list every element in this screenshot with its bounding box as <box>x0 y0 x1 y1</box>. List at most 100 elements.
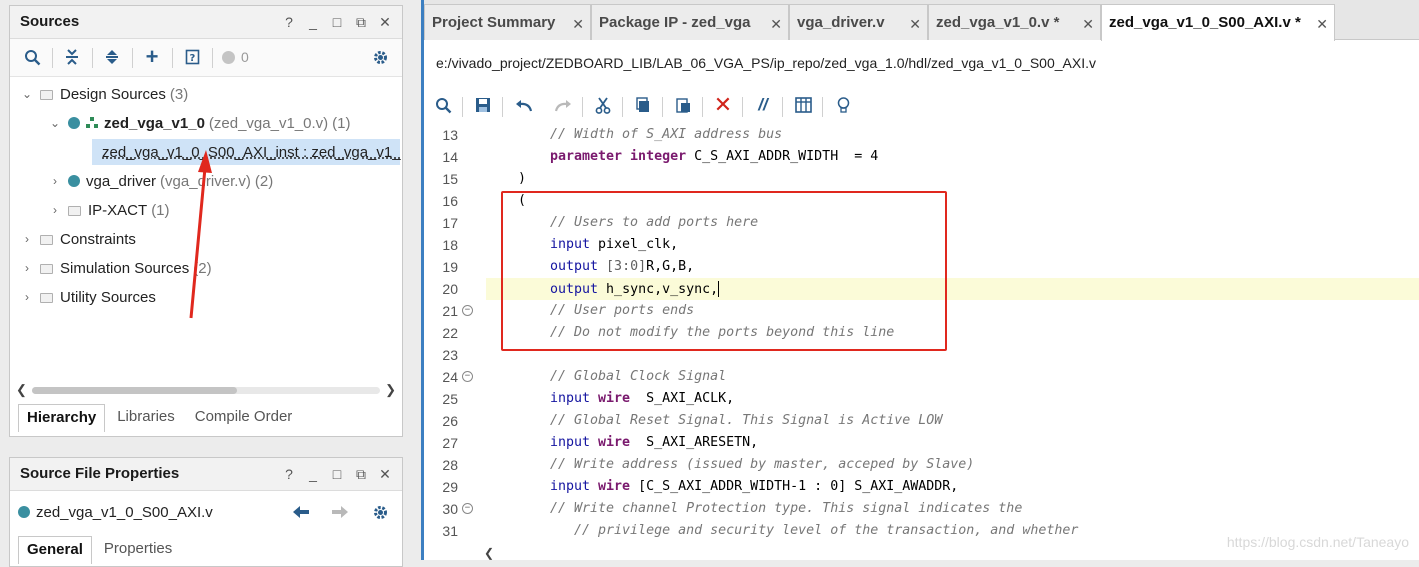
code-line: 24−// Global Clock Signal <box>442 369 727 385</box>
properties-panel: Source File Properties ? _ □ ⧉ ✕ zed_vga… <box>9 457 403 567</box>
tab-compile-order[interactable]: Compile Order <box>187 404 301 432</box>
scroll-right-icon[interactable]: ❯ <box>385 382 396 398</box>
code-line: 25 input wire S_AXI_ACLK, <box>442 391 735 407</box>
fold-icon[interactable]: − <box>462 305 473 316</box>
watermark: https://blog.csdn.net/Taneayo <box>1226 534 1409 550</box>
undo-icon[interactable] <box>512 94 534 116</box>
sources-header: Sources ? _ □ ⧉ ✕ <box>10 6 402 39</box>
tab-package-ip[interactable]: Package IP - zed_vga ✕ <box>591 4 789 40</box>
tab-vga-driver[interactable]: vga_driver.v ✕ <box>789 4 928 40</box>
close-icon[interactable]: ✕ <box>770 16 782 33</box>
properties-file: zed_vga_v1_0_S00_AXI.v <box>18 499 213 525</box>
tab-zed-vga-s00-axi[interactable]: zed_vga_v1_0_S00_AXI.v * ✕ <box>1101 4 1335 41</box>
sources-title: Sources <box>20 13 80 30</box>
chevron-right-icon[interactable]: › <box>20 290 34 304</box>
editor-toolbar: ✕ // <box>424 88 1419 124</box>
hierarchy-icon <box>86 117 98 129</box>
module-dot-icon <box>68 175 80 187</box>
collapse-all-icon[interactable] <box>60 45 84 69</box>
annotation-arrow <box>189 150 212 319</box>
close-icon[interactable]: ✕ <box>378 466 392 483</box>
highlight-box <box>501 191 947 351</box>
tab-libraries[interactable]: Libraries <box>109 404 183 432</box>
folder-icon <box>40 235 53 245</box>
tree-constraints[interactable]: › Constraints <box>20 226 136 252</box>
add-sources-icon[interactable]: + <box>140 44 164 69</box>
folder-icon <box>40 264 53 274</box>
scroll-left-icon[interactable]: ❮ <box>484 546 494 560</box>
close-icon[interactable]: ✕ <box>572 16 584 33</box>
code-line: 29 input wire [C_S_AXI_ADDR_WIDTH-1 : 0] … <box>442 479 959 495</box>
code-line: 14 parameter integer C_S_AXI_ADDR_WIDTH =… <box>442 149 879 165</box>
redo-icon[interactable] <box>552 94 574 116</box>
properties-title: Source File Properties <box>20 465 180 482</box>
chevron-right-icon[interactable]: › <box>48 203 62 217</box>
paste-icon[interactable] <box>672 94 694 116</box>
help-icon[interactable]: ? <box>282 14 296 31</box>
tree-ipxact[interactable]: › IP-XACT (1) <box>48 197 170 223</box>
close-icon[interactable]: ✕ <box>909 16 921 33</box>
cut-icon[interactable] <box>592 94 614 116</box>
gear-icon[interactable] <box>368 45 392 69</box>
help-icon[interactable]: ? <box>282 466 296 483</box>
float-icon[interactable]: ⧉ <box>354 466 368 483</box>
chevron-right-icon[interactable]: › <box>20 261 34 275</box>
chevron-down-icon[interactable]: ⌄ <box>20 87 34 101</box>
scroll-left-icon[interactable]: ❮ <box>16 382 27 398</box>
back-arrow-icon[interactable] <box>289 500 313 524</box>
fold-icon[interactable]: − <box>462 371 473 382</box>
close-icon[interactable]: ✕ <box>1316 16 1328 33</box>
delete-icon[interactable]: ✕ <box>712 92 734 117</box>
folder-icon <box>68 206 81 216</box>
properties-icon[interactable]: ? <box>180 45 204 69</box>
editor-tabbar: Project Summary ✕ Package IP - zed_vga ✕ v… <box>424 0 1419 41</box>
code-line: 13// Width of S_AXI address bus <box>442 127 783 143</box>
expand-all-icon[interactable] <box>100 45 124 69</box>
folder-icon <box>40 293 53 303</box>
code-line: 15) <box>442 171 527 187</box>
search-icon[interactable] <box>20 45 44 69</box>
code-line: 26// Global Reset Signal. This Signal is… <box>442 413 943 429</box>
comment-toggle-icon[interactable]: // <box>752 94 774 116</box>
folder-icon <box>40 90 53 100</box>
copy-icon[interactable] <box>632 94 654 116</box>
column-select-icon[interactable] <box>792 94 814 116</box>
close-icon[interactable]: ✕ <box>378 14 392 31</box>
code-line: 28// Write address (issued by master, ac… <box>442 457 975 473</box>
float-icon[interactable]: ⧉ <box>354 14 368 31</box>
lightbulb-icon[interactable] <box>832 94 854 116</box>
gear-icon[interactable] <box>368 500 392 524</box>
save-icon[interactable] <box>472 94 494 116</box>
sources-bottom-tabs: Hierarchy Libraries Compile Order <box>10 404 402 432</box>
minimize-icon[interactable]: _ <box>306 466 320 483</box>
forward-arrow-icon[interactable] <box>328 500 352 524</box>
tab-project-summary[interactable]: Project Summary ✕ <box>424 4 591 40</box>
chevron-down-icon[interactable]: ⌄ <box>48 116 62 130</box>
tree-utility-sources[interactable]: › Utility Sources <box>20 284 156 310</box>
properties-header: Source File Properties ? _ □ ⧉ ✕ <box>10 458 402 491</box>
tree-vga-driver[interactable]: › vga_driver (vga_driver.v) (2) <box>48 168 273 194</box>
minimize-icon[interactable]: _ <box>306 14 320 31</box>
tree-simulation-sources[interactable]: › Simulation Sources (2) <box>20 255 212 281</box>
chevron-right-icon[interactable]: › <box>48 174 62 188</box>
tree-design-sources[interactable]: ⌄ Design Sources (3) <box>20 81 188 107</box>
sources-panel: Sources ? _ □ ⧉ ✕ + ? 0 ⌄ Design Sources… <box>9 5 403 437</box>
tree-inst[interactable]: zed_vga_v1_0_S00_AXI_inst : zed_vga_v1_ <box>92 139 401 165</box>
chevron-right-icon[interactable]: › <box>20 232 34 246</box>
file-path: e:/vivado_project/ZEDBOARD_LIB/LAB_06_VG… <box>436 55 1096 71</box>
svg-text:?: ? <box>189 53 195 64</box>
tab-hierarchy[interactable]: Hierarchy <box>18 404 106 432</box>
maximize-icon[interactable]: □ <box>330 14 344 31</box>
search-icon[interactable] <box>432 94 454 116</box>
tab-zed-vga-v1-0[interactable]: zed_vga_v1_0.v * ✕ <box>928 4 1101 40</box>
tree-top-module[interactable]: ⌄ zed_vga_v1_0 (zed_vga_v1_0.v) (1) <box>48 110 351 136</box>
code-editor: Project Summary ✕ Package IP - zed_vga ✕ v… <box>421 0 1419 560</box>
properties-window-controls: ? _ □ ⧉ ✕ <box>282 466 392 483</box>
module-dot-icon <box>18 506 30 518</box>
fold-icon[interactable]: − <box>462 503 473 514</box>
maximize-icon[interactable]: □ <box>330 466 344 483</box>
sources-window-controls: ? _ □ ⧉ ✕ <box>282 14 392 31</box>
close-icon[interactable]: ✕ <box>1082 16 1094 33</box>
sources-hscrollbar[interactable]: ❮ ❯ <box>14 382 398 398</box>
module-dot-icon <box>68 117 80 129</box>
